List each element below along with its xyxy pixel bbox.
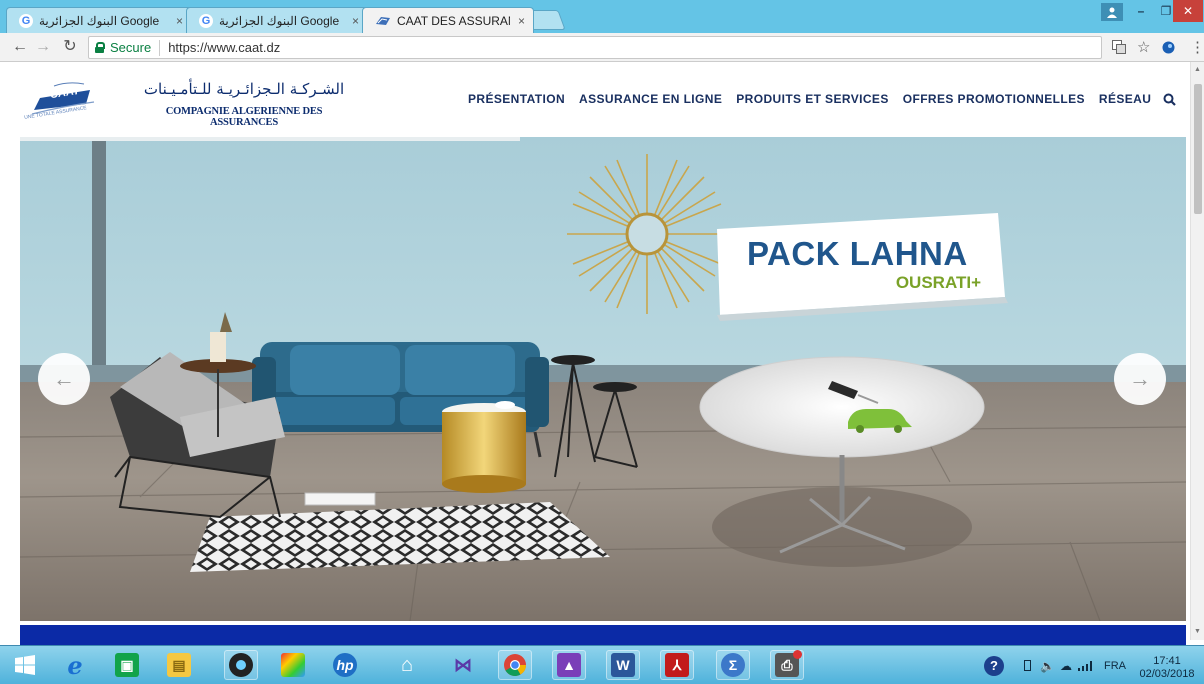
word-icon[interactable]: W [606, 650, 640, 680]
clock-date: 02/03/2018 [1139, 668, 1195, 680]
close-icon[interactable]: × [518, 14, 525, 28]
slider-next-button[interactable]: → [1114, 353, 1166, 405]
browser-toolbar: ← → ↻ Secure https://www.caat.dz ☆ ⋮ [0, 33, 1204, 62]
tab-title: البنوك الجزائرية Google [219, 13, 340, 28]
screen: G البنوك الجزائرية Google × G البنوك الج… [0, 0, 1204, 684]
store-icon[interactable]: ▣ [110, 650, 144, 680]
nav-item-presentation[interactable]: PRÉSENTATION [468, 92, 565, 106]
hero-slider: PACK LAHNA OUSRATI+ ← → [20, 137, 1186, 621]
search-icon[interactable] [1163, 93, 1176, 106]
slider-prev-button[interactable]: ← [38, 353, 90, 405]
browser-tab[interactable]: G البنوك الجزائرية Google × [6, 7, 192, 33]
menu-icon[interactable]: ⋮ [1190, 38, 1204, 56]
nav-item-offres-promotionnelles[interactable]: OFFRES PROMOTIONNELLES [903, 92, 1085, 106]
start-icon[interactable] [8, 650, 42, 680]
nav-item-reseau[interactable]: RÉSEAU [1099, 92, 1151, 106]
brand-name-arabic: الشـركـة الـجزائـريـة للـتأمـيـنات [143, 80, 345, 98]
nav-item-produits-et-services[interactable]: PRODUITS ET SERVICES [736, 92, 888, 106]
network-signal-icon[interactable] [1078, 646, 1092, 684]
site-header: CAAT UNE TOTALE ASSURANCE الشـركـة الـجز… [0, 62, 1190, 137]
hp-icon[interactable]: hp [328, 650, 362, 680]
battery-icon[interactable] [1024, 646, 1031, 684]
browser-tab-active[interactable]: CAAT DES ASSURANCES × [362, 7, 534, 33]
windows-taskbar: e ▣ ▤ hp ⌂ ⋈ ▲ W ⅄ Σ ⎙ ? 🔈 ☁ FRA 17:41 0… [0, 645, 1204, 684]
address-bar[interactable]: Secure https://www.caat.dz [88, 36, 1102, 59]
paint-icon[interactable] [276, 650, 310, 680]
vs-icon[interactable]: ⋈ [446, 650, 480, 680]
photos-icon[interactable]: ▲ [552, 650, 586, 680]
main-nav: PRÉSENTATION ASSURANCE EN LIGNE PRODUITS… [468, 92, 1165, 106]
slide-image [20, 137, 1186, 621]
arrow-right-icon: → [1129, 366, 1151, 391]
home-icon[interactable]: ⌂ [390, 650, 424, 680]
back-icon[interactable]: ← [10, 37, 30, 57]
caat-favicon [376, 16, 390, 25]
math-icon[interactable]: Σ [716, 650, 750, 680]
url-text[interactable]: https://www.caat.dz [168, 40, 280, 55]
translate-icon[interactable] [1112, 40, 1126, 57]
google-icon: G [19, 13, 33, 28]
acrobat-icon[interactable]: ⅄ [660, 650, 694, 680]
cloud-icon[interactable]: ☁ [1060, 646, 1072, 684]
reload-icon[interactable]: ↻ [60, 37, 80, 57]
divider [159, 39, 161, 56]
help-icon[interactable]: ? [984, 646, 1004, 684]
scroll-up-icon[interactable]: ▲ [1194, 66, 1201, 73]
slide-title: PACK LAHNA [747, 235, 968, 272]
forward-icon[interactable]: → [33, 37, 53, 57]
tab-title: CAAT DES ASSURANCES [397, 13, 510, 28]
bookmark-star-icon[interactable]: ☆ [1137, 38, 1150, 56]
explorer-icon[interactable]: ▤ [162, 650, 196, 680]
blue-section-band [20, 625, 1186, 645]
close-icon[interactable]: × [352, 14, 359, 28]
close-window-button[interactable]: ✕ [1173, 0, 1203, 22]
browser-tabstrip: G البنوك الجزائرية Google × G البنوك الج… [0, 0, 1204, 33]
printer-icon[interactable]: ⎙ [770, 650, 804, 680]
chrome-icon[interactable] [498, 650, 532, 680]
user-icon[interactable] [1101, 3, 1123, 21]
scroll-thumb[interactable] [1194, 84, 1202, 214]
google-icon: G [199, 13, 213, 28]
brand-name-french: COMPAGNIE ALGERIENNE DES ASSURANCES [165, 106, 323, 128]
close-icon[interactable]: × [176, 14, 183, 28]
ie-icon[interactable]: e [58, 650, 92, 680]
lock-icon [95, 42, 105, 53]
language-indicator[interactable]: FRA [1104, 646, 1126, 684]
secure-label: Secure [110, 40, 152, 55]
tab-title: البنوك الجزائرية Google [39, 13, 160, 28]
extension-icon[interactable] [1162, 41, 1175, 57]
arrow-left-icon: ← [53, 366, 75, 391]
slide-caption[interactable]: PACK LAHNA OUSRATI+ [717, 215, 1005, 309]
media-icon[interactable] [224, 650, 258, 680]
minimize-button[interactable]: – [1128, 0, 1154, 22]
scroll-down-icon[interactable]: ▼ [1194, 628, 1201, 635]
volume-icon[interactable]: 🔈 [1040, 646, 1055, 684]
browser-tab[interactable]: G البنوك الجزائرية Google × [186, 7, 368, 33]
page-scrollbar[interactable]: ▲ ▼ [1190, 62, 1204, 640]
clock-time: 17:41 [1153, 655, 1181, 667]
slide-subtitle: OUSRATI+ [895, 273, 981, 292]
system-clock[interactable]: 17:41 02/03/2018 [1134, 655, 1200, 681]
nav-item-assurance-en-ligne[interactable]: ASSURANCE EN LIGNE [579, 92, 722, 106]
